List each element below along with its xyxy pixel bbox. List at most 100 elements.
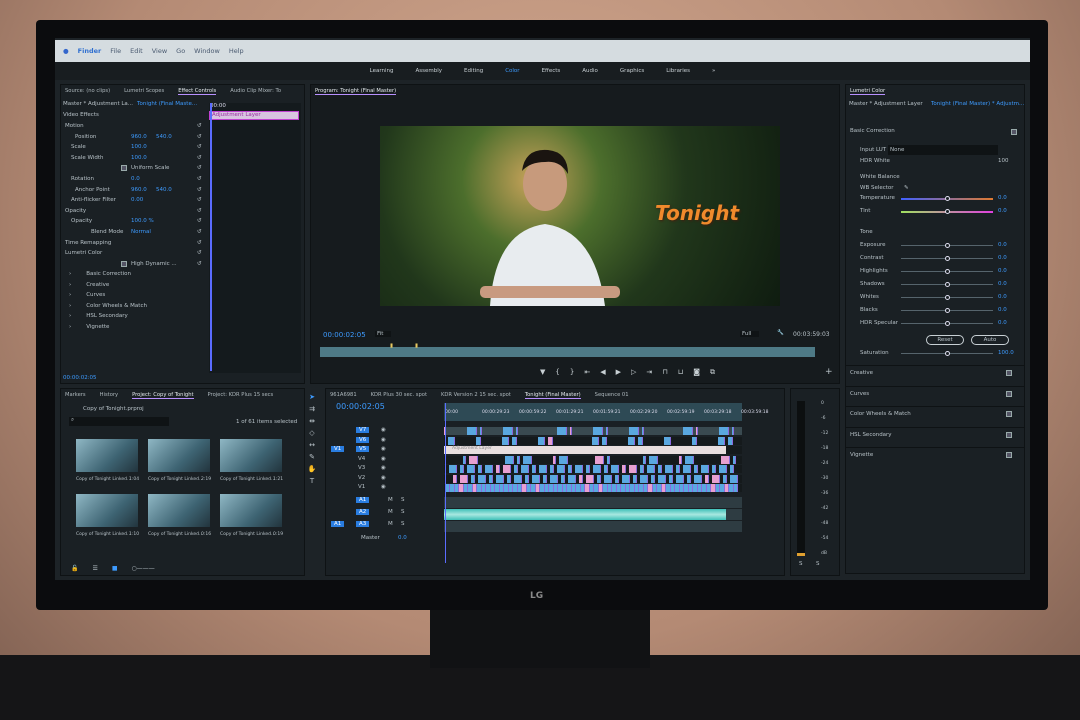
video-clip[interactable] — [604, 474, 612, 483]
video-clip[interactable] — [597, 474, 601, 483]
effect-value[interactable]: 0.00 — [131, 197, 143, 203]
video-clip[interactable] — [469, 455, 478, 464]
video-clip[interactable] — [642, 427, 644, 435]
apple-icon[interactable]: ● — [63, 47, 69, 55]
video-clip[interactable] — [687, 474, 691, 483]
video-clip[interactable] — [570, 427, 572, 435]
ws-audio[interactable]: Audio — [582, 68, 598, 74]
lumetri-section-1[interactable]: Curves — [850, 389, 869, 399]
marker-icon[interactable]: ▮ — [415, 343, 418, 349]
video-clip[interactable] — [489, 474, 493, 483]
effect-value-2[interactable]: 540.0 — [156, 187, 172, 193]
section-checkbox[interactable] — [1006, 431, 1012, 438]
playback-resolution-select[interactable]: Full — [740, 331, 760, 337]
checkbox[interactable] — [121, 260, 127, 267]
video-clip[interactable] — [532, 474, 540, 483]
mute-button[interactable]: M — [388, 509, 393, 515]
video-clip[interactable] — [676, 465, 680, 473]
video-clip[interactable] — [658, 465, 662, 473]
sequence-tab[interactable]: Tonight (Final Master) — [524, 392, 581, 399]
video-clip[interactable] — [453, 474, 457, 483]
video-clip[interactable] — [467, 427, 477, 435]
reset-icon[interactable]: ↺ — [197, 144, 202, 150]
eye-icon[interactable]: ◉ — [381, 475, 386, 481]
video-clip[interactable] — [559, 455, 568, 464]
lumetri-subsection[interactable]: › Curves — [69, 290, 105, 300]
section-checkbox[interactable] — [1006, 411, 1012, 417]
solo-button[interactable]: S — [401, 497, 405, 503]
video-clip[interactable] — [550, 465, 554, 473]
reset-icon[interactable]: ↺ — [197, 197, 202, 203]
menu-view[interactable]: View — [152, 47, 167, 55]
clip-thumbnail[interactable] — [148, 439, 210, 472]
slider-track[interactable] — [901, 196, 993, 201]
video-clip[interactable] — [732, 427, 734, 435]
go-to-in-icon[interactable]: ⇤ — [584, 368, 590, 377]
video-clip[interactable] — [460, 474, 468, 483]
pen-icon[interactable]: ✎ — [309, 453, 315, 461]
slider-track[interactable] — [901, 269, 993, 274]
video-clip[interactable] — [719, 465, 727, 473]
video-clip[interactable] — [595, 455, 604, 464]
adjustment-layer-clip[interactable]: Adjustment Layer — [209, 111, 299, 120]
slider-handle[interactable] — [945, 282, 950, 287]
video-clip[interactable] — [733, 455, 736, 464]
video-clip[interactable] — [496, 474, 504, 483]
solo-button[interactable]: S — [401, 509, 405, 515]
track-label[interactable]: V5 — [356, 446, 370, 452]
video-clip[interactable] — [568, 474, 576, 483]
reset-icon[interactable]: ↺ — [197, 218, 202, 224]
type-tool-icon[interactable]: T — [310, 477, 314, 485]
tab-source[interactable]: Source: (no clips) — [65, 88, 110, 94]
slider-handle[interactable] — [945, 269, 950, 274]
solo-left[interactable]: S — [799, 561, 803, 567]
slider-handle[interactable] — [945, 209, 950, 214]
slider-value[interactable]: 100.0 — [998, 348, 1014, 358]
basic-correction-header[interactable]: Basic Correction — [850, 126, 895, 136]
reset-icon[interactable]: ↺ — [197, 240, 202, 246]
project-search-input[interactable]: ⌕ — [69, 417, 169, 426]
reset-icon[interactable]: ↺ — [197, 155, 202, 161]
slider-value[interactable]: 0.0 — [998, 292, 1007, 302]
video-clip[interactable] — [514, 474, 522, 483]
video-clip[interactable] — [575, 465, 583, 473]
track-label[interactable]: A2 — [356, 509, 370, 515]
video-clip[interactable] — [496, 465, 500, 473]
sequence-clip-link[interactable]: Tonight (Final Master) * Adjustm... — [931, 99, 1024, 109]
menu-window[interactable]: Window — [194, 47, 220, 55]
effect-value[interactable]: 100.0 — [131, 155, 147, 161]
video-clip[interactable] — [683, 427, 693, 435]
video-clip[interactable] — [512, 436, 517, 445]
mute-button[interactable]: M — [388, 497, 393, 503]
slider-handle[interactable] — [945, 351, 950, 356]
video-clip[interactable] — [532, 465, 536, 473]
video-clip[interactable] — [611, 465, 619, 473]
selection-tool-icon[interactable]: ➤ — [309, 393, 315, 401]
camera-icon[interactable]: ◙ — [693, 368, 700, 377]
video-clip[interactable] — [517, 455, 520, 464]
video-clip[interactable] — [478, 465, 482, 473]
tab-history[interactable]: History — [100, 392, 118, 398]
tab-lumetri-scopes[interactable]: Lumetri Scopes — [124, 88, 164, 94]
eye-icon[interactable]: ◉ — [381, 427, 386, 433]
video-clip[interactable] — [593, 427, 603, 435]
lumetri-subsection[interactable]: › Vignette — [69, 322, 109, 332]
video-clip[interactable] — [471, 474, 475, 483]
hand-icon[interactable]: ✋ — [308, 465, 317, 473]
video-clip[interactable] — [730, 465, 734, 473]
clip-thumbnail[interactable] — [76, 494, 138, 527]
step-back-icon[interactable]: ◀ — [600, 368, 605, 377]
source-patch-v[interactable]: V1 — [331, 446, 345, 452]
video-clip[interactable] — [696, 427, 698, 435]
effect-value[interactable]: 960.0 — [131, 134, 147, 140]
reset-icon[interactable]: ↺ — [197, 134, 202, 140]
zoom-slider[interactable]: ○——— — [132, 565, 155, 572]
video-clip[interactable] — [607, 455, 610, 464]
effect-value[interactable]: 0.0 — [131, 176, 140, 182]
video-clip[interactable] — [622, 474, 630, 483]
ws-effects[interactable]: Effects — [542, 68, 561, 74]
track-label[interactable]: V1 — [358, 484, 365, 490]
ws-libraries[interactable]: Libraries — [666, 68, 690, 74]
reset-button[interactable]: Reset — [926, 335, 964, 345]
slider-track[interactable] — [901, 243, 993, 248]
